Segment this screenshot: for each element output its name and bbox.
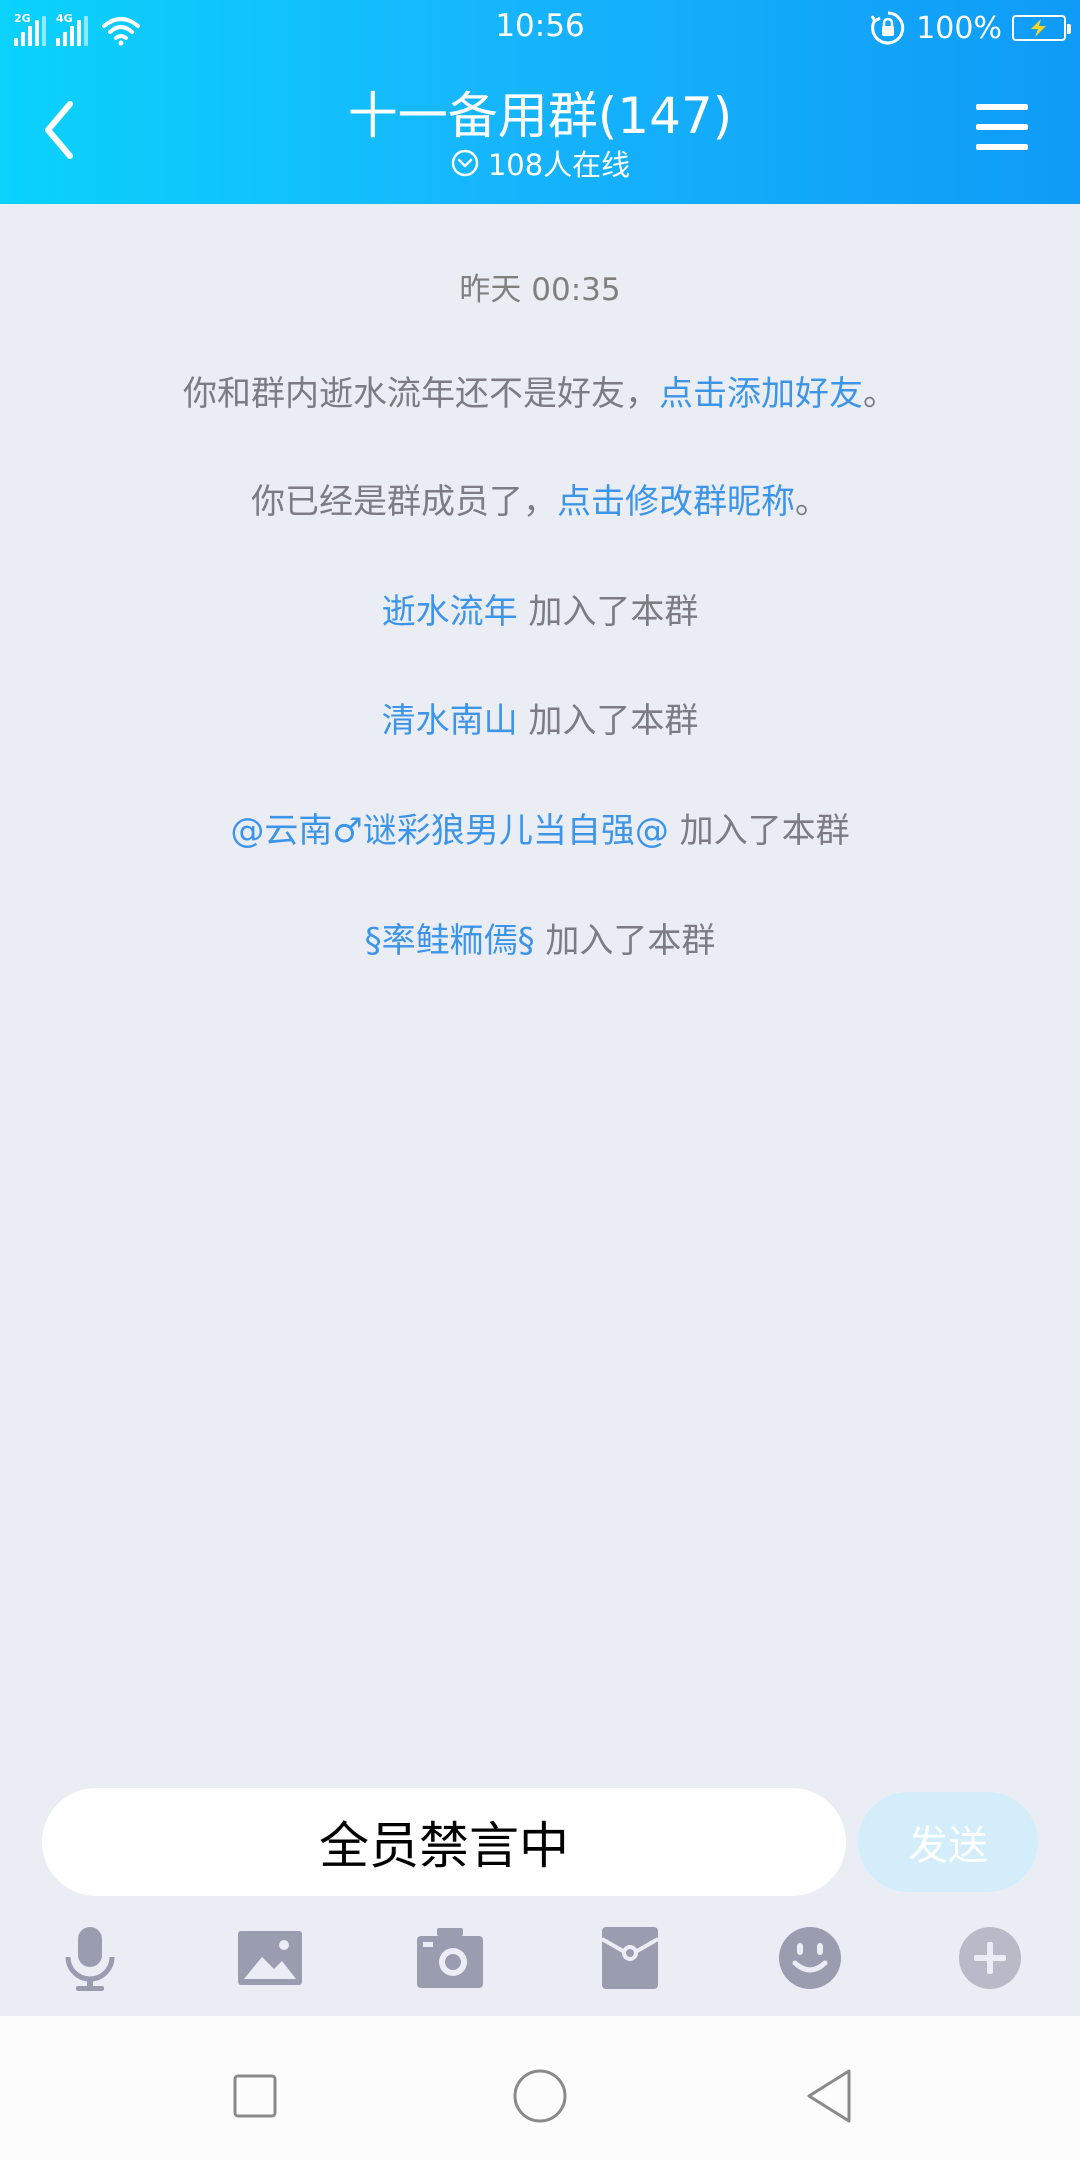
image-icon <box>238 1931 302 1985</box>
notice-text: 你和群内逝水流年还不是好友， <box>183 374 659 414</box>
member-name-link[interactable]: §率鲑粫傿§ <box>365 921 535 961</box>
microphone-icon <box>65 1927 115 1991</box>
send-button[interactable]: 发送 <box>858 1792 1038 1892</box>
status-right: 100% <box>870 8 1071 48</box>
recent-apps-button[interactable] <box>215 2056 295 2136</box>
nav-back-icon <box>807 2069 851 2123</box>
muted-label: 全员禁言中 <box>319 1817 569 1875</box>
menu-button[interactable] <box>970 98 1040 158</box>
notice-text: 你已经是群成员了， <box>251 482 557 522</box>
plus-icon <box>959 1927 1021 1989</box>
join-action: 加入了本群 <box>534 921 716 961</box>
emoji-icon <box>779 1927 841 1989</box>
red-packet-icon <box>601 1927 659 1989</box>
chat-header: 2G 4G 10:56 100% 十一备用群(147) 108人在线 <box>0 0 1080 204</box>
more-button[interactable] <box>950 1918 1030 1998</box>
join-action: 加入了本群 <box>517 592 699 632</box>
message-timestamp: 昨天 00:35 <box>459 272 621 308</box>
battery-percent: 100% <box>916 10 1002 46</box>
menu-icon <box>976 104 1028 150</box>
nav-back-button[interactable] <box>790 2056 870 2136</box>
emoji-button[interactable] <box>770 1918 850 1998</box>
input-toolbar <box>0 1918 1080 1998</box>
voice-button[interactable] <box>50 1918 130 1998</box>
send-label: 发送 <box>908 1823 988 1869</box>
join-notice: 逝水流年 加入了本群 <box>0 588 1080 636</box>
rotation-lock-icon <box>870 11 905 45</box>
home-icon <box>513 2069 567 2123</box>
edit-nickname-link[interactable]: 点击修改群昵称 <box>557 482 795 522</box>
member-name-link[interactable]: @云南♂谜彩狼男儿当自强@ <box>230 811 668 851</box>
add-friend-link[interactable]: 点击添加好友 <box>659 374 863 414</box>
join-notice: §率鲑粫傿§ 加入了本群 <box>0 917 1080 965</box>
online-count-label: 108人在线 <box>487 148 631 182</box>
camera-button[interactable] <box>410 1918 490 1998</box>
notice-end: 。 <box>863 374 897 414</box>
home-button[interactable] <box>500 2056 580 2136</box>
member-name-link[interactable]: 逝水流年 <box>382 592 518 632</box>
group-title: 十一备用群(147) <box>347 87 733 145</box>
recent-apps-icon <box>233 2074 277 2118</box>
member-name-link[interactable]: 清水南山 <box>382 701 518 741</box>
status-bar: 2G 4G 10:56 100% <box>0 0 1080 56</box>
join-action: 加入了本群 <box>517 701 699 741</box>
chevron-down-circle-icon <box>451 149 479 177</box>
notice-end: 。 <box>795 482 829 522</box>
system-nav-bar <box>0 2016 1080 2160</box>
red-packet-button[interactable] <box>590 1918 670 1998</box>
battery-icon <box>1012 15 1071 41</box>
join-notice: 清水南山 加入了本群 <box>0 697 1080 745</box>
message-input-muted[interactable]: 全员禁言中 <box>42 1788 846 1896</box>
join-notice: @云南♂谜彩狼男儿当自强@ 加入了本群 <box>0 807 1080 855</box>
system-notice-friend: 你和群内逝水流年还不是好友，点击添加好友。 <box>0 370 1080 418</box>
join-action: 加入了本群 <box>668 811 850 851</box>
online-count[interactable]: 108人在线 <box>0 142 1080 184</box>
camera-icon <box>417 1928 483 1988</box>
system-notice-nickname: 你已经是群成员了，点击修改群昵称。 <box>0 478 1080 526</box>
image-button[interactable] <box>230 1918 310 1998</box>
chat-area[interactable]: 昨天 00:35 你和群内逝水流年还不是好友，点击添加好友。 你已经是群成员了，… <box>0 204 1080 1774</box>
